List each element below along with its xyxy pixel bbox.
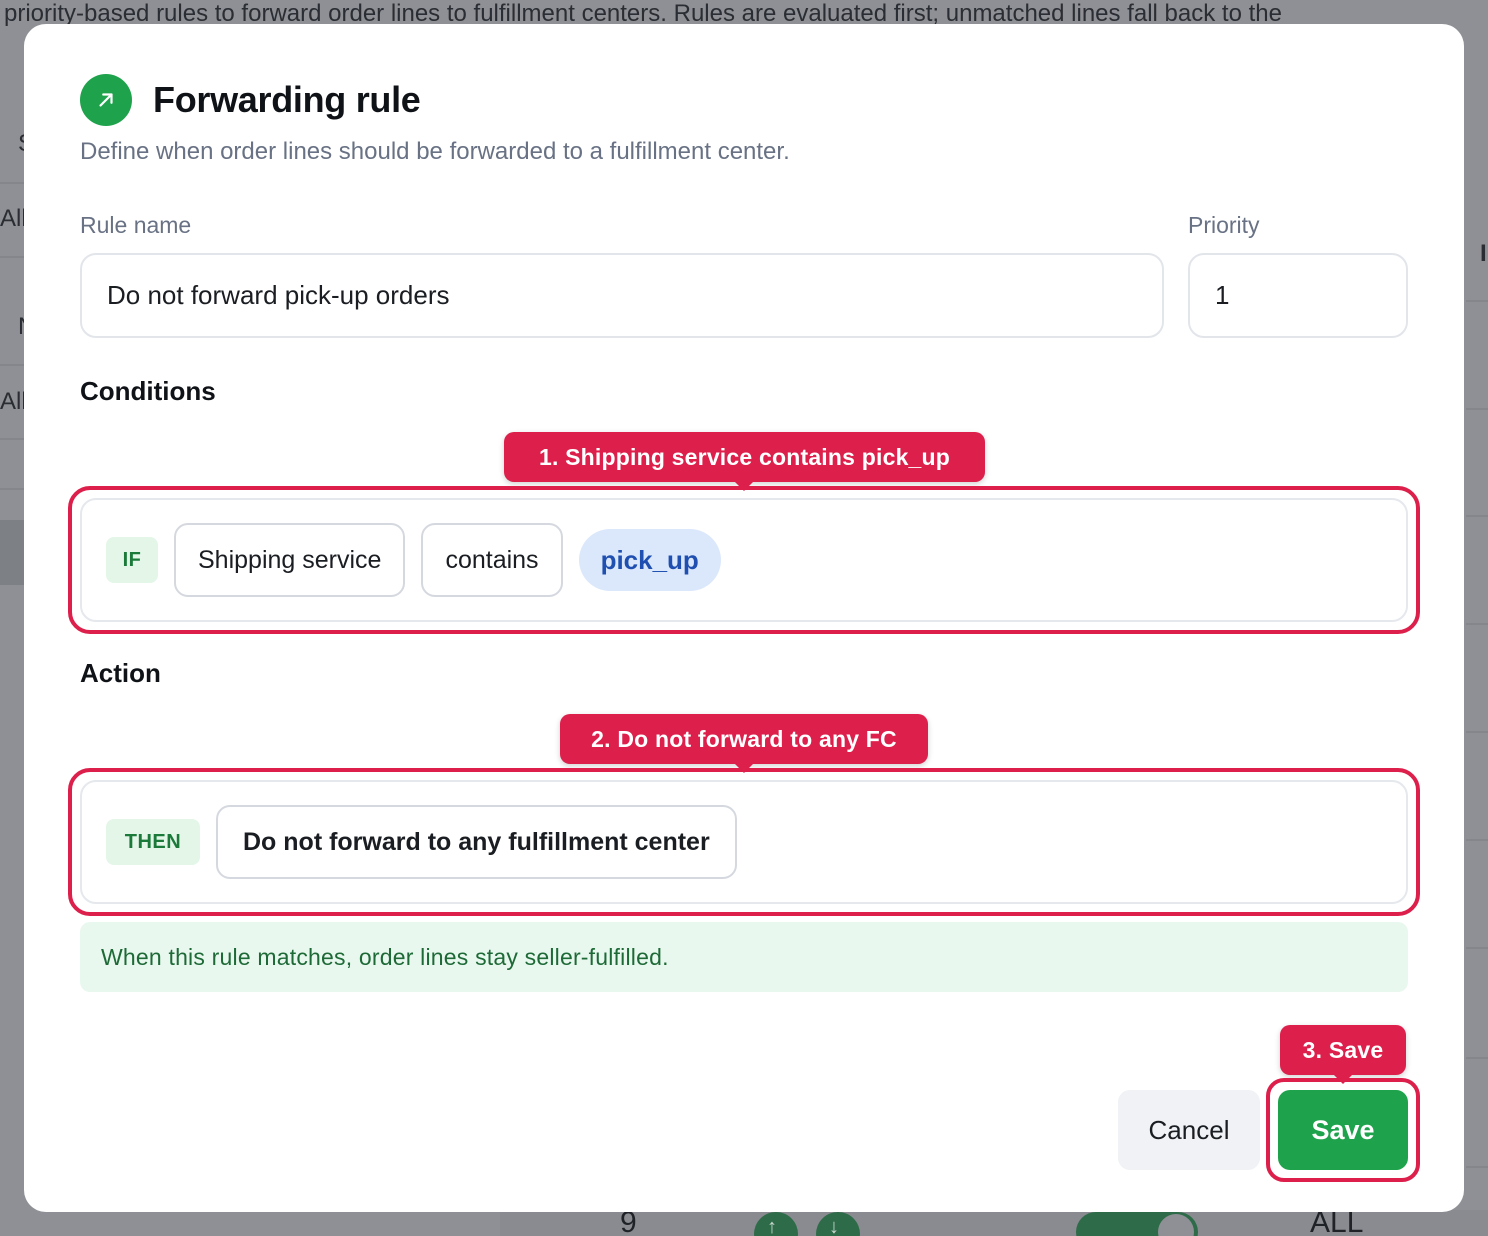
callout-step-1-text: 1. Shipping service contains pick_up: [538, 443, 951, 470]
cancel-button[interactable]: Cancel: [1118, 1090, 1260, 1170]
background-divider: [1466, 731, 1488, 733]
background-divider: [1466, 947, 1488, 949]
dialog-header: Forwarding rule: [80, 74, 421, 126]
background-divider: [0, 488, 25, 490]
forwarding-rule-dialog: Forwarding rule Define when order lines …: [24, 24, 1464, 1212]
callout-step-1: 1. Shipping service contains pick_up: [504, 432, 985, 491]
callout-step-3-text: 3. Save: [1302, 1036, 1384, 1063]
dialog-subtitle: Define when order lines should be forwar…: [80, 138, 790, 165]
rule-info-note: When this rule matches, order lines stay…: [80, 922, 1408, 992]
background-divider: [1466, 839, 1488, 841]
condition-row: IF Shipping service contains pick_up: [80, 498, 1408, 622]
background-divider: [1466, 300, 1488, 302]
condition-field-select[interactable]: Shipping service: [174, 523, 406, 597]
action-row: THEN Do not forward to any fulfillment c…: [80, 780, 1408, 904]
save-button[interactable]: Save: [1278, 1090, 1408, 1170]
callout-step-2: 2. Do not forward to any FC: [560, 714, 928, 773]
dialog-title: Forwarding rule: [153, 79, 421, 120]
background-divider: [1466, 515, 1488, 517]
action-select[interactable]: Do not forward to any fulfillment center: [216, 805, 737, 879]
action-heading: Action: [80, 658, 161, 688]
background-header-fragment: I: [1480, 240, 1487, 267]
background-divider: [0, 364, 25, 366]
if-tag: IF: [106, 537, 158, 583]
callout-step-3: 3. Save: [1280, 1025, 1406, 1084]
background-divider: [1466, 623, 1488, 625]
background-label-fragment: All: [0, 388, 27, 415]
background-label-fragment: All: [0, 205, 27, 232]
background-divider: [1466, 1057, 1488, 1059]
arrow-up-right-icon: [80, 74, 132, 126]
then-tag: THEN: [106, 819, 200, 865]
background-divider: [0, 182, 25, 184]
priority-input[interactable]: 1: [1188, 253, 1408, 338]
rule-name-label: Rule name: [80, 212, 192, 238]
condition-operator-select[interactable]: contains: [421, 523, 563, 597]
background-selected-row: [0, 520, 25, 585]
background-divider: [0, 438, 25, 440]
background-divider: [1466, 1166, 1488, 1168]
background-divider: [1466, 408, 1488, 410]
background-enabled-toggle: [1076, 1212, 1198, 1236]
rule-name-input[interactable]: Do not forward pick-up orders: [80, 253, 1164, 338]
priority-label: Priority: [1188, 212, 1260, 238]
background-divider: [0, 256, 25, 258]
condition-value-chip[interactable]: pick_up: [578, 529, 721, 591]
conditions-heading: Conditions: [80, 376, 216, 406]
callout-step-2-text: 2. Do not forward to any FC: [591, 725, 897, 752]
